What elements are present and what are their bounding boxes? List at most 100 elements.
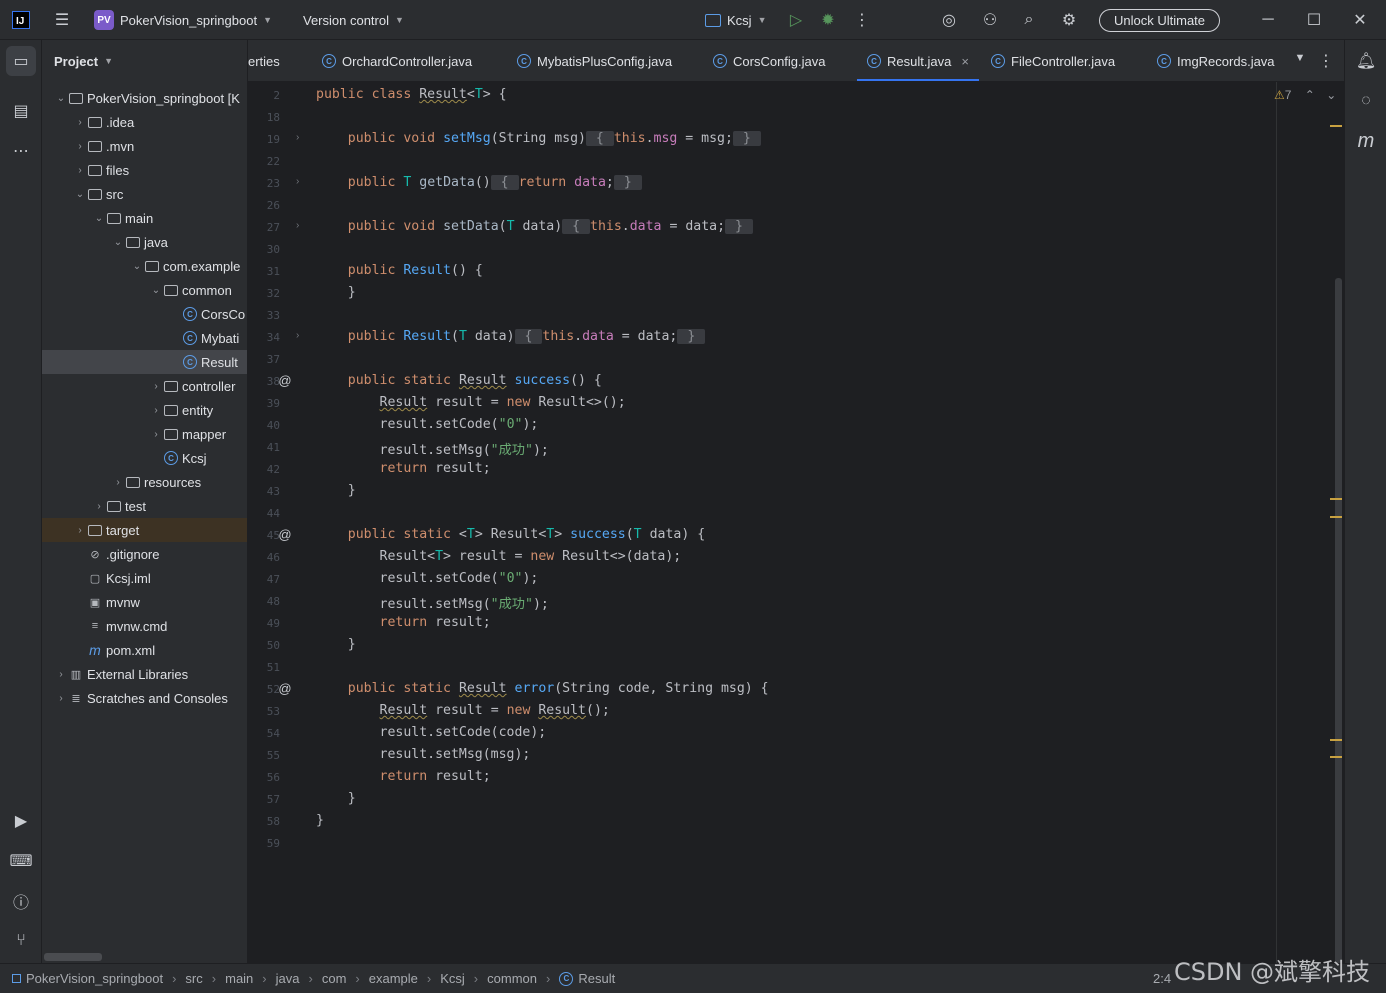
warning-stripe-mark[interactable] xyxy=(1330,756,1342,758)
tree-item[interactable]: › test xyxy=(42,494,247,518)
editor-tab[interactable]: C MybatisPlusConfig.java xyxy=(517,40,672,81)
minimize-icon[interactable]: ─ xyxy=(1256,11,1280,29)
run-icon[interactable]: ▷ xyxy=(784,10,808,30)
chevron-down-icon[interactable]: ⌄ xyxy=(130,261,144,272)
code-line[interactable]: public T getData() { return data; } xyxy=(316,175,642,190)
chevron-right-icon[interactable]: › xyxy=(111,477,125,488)
tree-item[interactable]: › .idea xyxy=(42,110,247,134)
code-line[interactable]: return result; xyxy=(316,461,491,476)
code-line[interactable]: result.setCode("0"); xyxy=(316,571,539,586)
code-line[interactable]: public static Result error(String code, … xyxy=(316,681,769,696)
more-tools-icon[interactable]: ⋯ xyxy=(6,136,36,166)
code-line[interactable]: public static <T> Result<T> success(T da… xyxy=(316,527,705,542)
vertical-scrollbar[interactable] xyxy=(1335,278,1342,963)
editor-tab[interactable]: erties xyxy=(248,40,280,81)
chevron-down-icon[interactable]: ⌄ xyxy=(149,285,163,296)
code-line[interactable]: } xyxy=(316,637,356,652)
app-logo-icon[interactable]: IJ xyxy=(12,11,30,29)
code-line[interactable]: return result; xyxy=(316,615,491,630)
warning-stripe-mark[interactable] xyxy=(1330,498,1342,500)
editor-tab[interactable]: C OrchardController.java xyxy=(322,40,472,81)
code-line[interactable]: public void setData(T data) { this.data … xyxy=(316,219,753,234)
chevron-right-icon[interactable]: › xyxy=(92,501,106,512)
chevron-down-icon[interactable]: ⌄ xyxy=(54,93,68,104)
ai-assistant-icon[interactable]: ◎ xyxy=(937,10,961,30)
code-line[interactable]: result.setMsg("成功"); xyxy=(316,593,549,612)
structure-icon[interactable]: ▤ xyxy=(6,96,36,126)
breadcrumb-item[interactable]: Result xyxy=(578,971,615,986)
breadcrumb-item[interactable]: com xyxy=(322,971,347,986)
code-line[interactable]: Result result = new Result<>(); xyxy=(316,395,626,410)
code-line[interactable]: Result<T> result = new Result<>(data); xyxy=(316,549,682,564)
code-line[interactable]: result.setCode(code); xyxy=(316,725,547,740)
tree-item[interactable]: ▢ Kcsj.iml xyxy=(42,566,247,590)
tree-item[interactable]: ⌄ common xyxy=(42,278,247,302)
chevron-down-icon[interactable]: ⌄ xyxy=(73,189,87,200)
code-line[interactable]: Result result = new Result(); xyxy=(316,703,610,718)
tree-item[interactable]: ▣ mvnw xyxy=(42,590,247,614)
run-config-selector[interactable]: Kcsj ▼ xyxy=(705,0,766,40)
chevron-right-icon[interactable]: › xyxy=(149,429,163,440)
chevron-right-icon[interactable]: › xyxy=(54,669,68,680)
ai-chat-icon[interactable]: ◌ xyxy=(1351,86,1381,116)
problems-icon[interactable]: ⓘ xyxy=(6,886,36,916)
git-icon[interactable]: ⑂ xyxy=(6,926,36,956)
code-line[interactable]: result.setMsg("成功"); xyxy=(316,439,549,458)
tree-item[interactable]: C CorsCo xyxy=(42,302,247,326)
code-line[interactable]: public Result(T data) { this.data = data… xyxy=(316,329,706,344)
next-highlight-chevron-down-icon[interactable]: ⌄ xyxy=(1326,88,1336,102)
tree-item[interactable]: ⌄ com.example xyxy=(42,254,247,278)
warning-stripe-mark[interactable] xyxy=(1330,125,1342,127)
tree-item[interactable]: ⌄ java xyxy=(42,230,247,254)
caret-position[interactable]: 2:4 xyxy=(1153,971,1171,986)
chevron-right-icon[interactable]: › xyxy=(73,141,87,152)
add-user-icon[interactable]: ⚇ xyxy=(978,10,1002,30)
breadcrumb-item[interactable]: java xyxy=(276,971,300,986)
warning-stripe-mark[interactable] xyxy=(1330,739,1342,741)
more-actions-icon[interactable]: ⋮ xyxy=(850,10,874,30)
breadcrumb-item[interactable]: example xyxy=(369,971,418,986)
tabs-dropdown-chevron-icon[interactable]: ▼ xyxy=(1288,52,1312,64)
vcs-menu[interactable]: Version control ▼ xyxy=(303,0,404,40)
tree-item[interactable]: C Result xyxy=(42,350,247,374)
tree-item[interactable]: › entity xyxy=(42,398,247,422)
tree-item[interactable]: › ≣ Scratches and Consoles xyxy=(42,686,247,710)
fold-expand-chevron-icon[interactable]: › xyxy=(296,176,299,187)
fold-expand-chevron-icon[interactable]: › xyxy=(296,330,299,341)
fold-expand-chevron-icon[interactable]: › xyxy=(296,132,299,143)
maven-icon[interactable]: m xyxy=(1351,126,1381,156)
close-tab-icon[interactable]: × xyxy=(961,54,969,69)
chevron-down-icon[interactable]: ⌄ xyxy=(92,213,106,224)
tree-item[interactable]: C Kcsj xyxy=(42,446,247,470)
usages-gutter-icon[interactable]: @ xyxy=(277,527,293,543)
notifications-bell-icon[interactable]: 🔔︎ xyxy=(1351,46,1381,76)
code-line[interactable]: public class Result<T> { xyxy=(316,87,507,102)
tree-item[interactable]: › ▥ External Libraries xyxy=(42,662,247,686)
code-line[interactable]: result.setCode("0"); xyxy=(316,417,539,432)
fold-expand-chevron-icon[interactable]: › xyxy=(296,220,299,231)
warning-stripe-mark[interactable] xyxy=(1330,516,1342,518)
code-editor[interactable]: ⚠7 ⌃ ⌄ 2 public class Result<T> {18 19 › pu… xyxy=(248,82,1344,963)
code-line[interactable]: } xyxy=(316,791,356,806)
settings-gear-icon[interactable]: ⚙ xyxy=(1057,10,1081,30)
tree-item[interactable]: ≡ mvnw.cmd xyxy=(42,614,247,638)
tree-item[interactable]: › .mvn xyxy=(42,134,247,158)
code-line[interactable]: public Result() { xyxy=(316,263,483,278)
chevron-right-icon[interactable]: › xyxy=(149,405,163,416)
chevron-right-icon[interactable]: › xyxy=(149,381,163,392)
breadcrumb-item[interactable]: main xyxy=(225,971,253,986)
breadcrumb-item[interactable]: src xyxy=(185,971,202,986)
chevron-down-icon[interactable]: ⌄ xyxy=(111,237,125,248)
code-line[interactable]: } xyxy=(316,483,356,498)
prev-highlight-chevron-up-icon[interactable]: ⌃ xyxy=(1305,88,1315,102)
code-line[interactable]: public static Result success() { xyxy=(316,373,602,388)
tree-item[interactable]: ⌄ main xyxy=(42,206,247,230)
chevron-right-icon[interactable]: › xyxy=(73,117,87,128)
code-line[interactable]: return result; xyxy=(316,769,491,784)
warnings-indicator[interactable]: ⚠7 ⌃ ⌄ xyxy=(1274,88,1336,102)
editor-tab[interactable]: C ImgRecords.java xyxy=(1157,40,1275,81)
close-icon[interactable]: ✕ xyxy=(1348,10,1372,30)
horizontal-scrollbar[interactable] xyxy=(44,953,102,961)
editor-tab[interactable]: C Result.java × xyxy=(857,40,979,81)
breadcrumb-item[interactable]: PokerVision_springboot xyxy=(26,971,163,986)
